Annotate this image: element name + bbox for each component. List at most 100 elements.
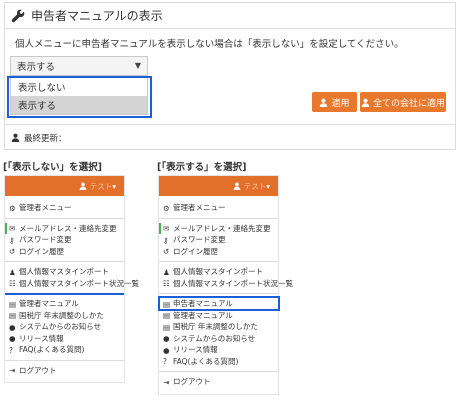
book-icon: ▤: [163, 311, 171, 321]
menu-item-faq[interactable]: ? FAQ(よくある質問): [5, 344, 124, 356]
list-icon: ☷: [9, 279, 16, 289]
gear-icon: ⚙: [163, 203, 170, 213]
user-icon: [233, 182, 241, 190]
apply-all-companies-button[interactable]: 全ての会社に適用: [360, 92, 446, 112]
info-icon: ●: [9, 322, 16, 332]
gear-icon: ⚙: [9, 203, 16, 213]
logout-icon: ⇥: [163, 377, 170, 387]
menu-item-login-history[interactable]: ↺ ログイン履歴: [159, 246, 278, 258]
user-icon: [79, 182, 87, 190]
user-menu-show: テスト ▾ ⚙ 管理者メニュー ✉ メールアドレス・連絡先変更 ⚷ パスワード変更 ↺…: [158, 175, 293, 395]
declarant-manual-highlight: [158, 296, 280, 311]
menu-item-release-info[interactable]: ● リリース情報: [5, 333, 124, 345]
menu-item-label: 個人情報マスタインポート状況一覧: [173, 278, 293, 288]
menu-item-login-history[interactable]: ↺ ログイン履歴: [5, 246, 124, 258]
display-select-value: 表示する: [17, 62, 56, 73]
panel-header: 申告者マニュアルの表示: [5, 3, 455, 29]
menu-item-import-status[interactable]: ☷ 個人情報マスタインポート状況一覧: [159, 278, 293, 290]
menu-item-label: パスワード変更: [19, 235, 72, 245]
menu-item-admin-menu[interactable]: ⚙ 管理者メニュー: [159, 202, 278, 214]
key-icon: ⚷: [9, 235, 15, 245]
caret-down-icon: ▼: [134, 61, 141, 70]
menu-item-nta-guide[interactable]: ▤ 国税庁 年末調整のしかた: [159, 321, 278, 333]
menu-item-faq[interactable]: ? FAQ(よくある質問): [159, 356, 278, 368]
menu-item-password-change[interactable]: ⚷ パスワード変更: [5, 234, 124, 246]
panel-description: 個人メニューに申告者マニュアルを表示しない場合は「表示しない」を設定してください…: [15, 39, 404, 50]
list-icon: ☷: [163, 279, 170, 289]
history-icon: ↺: [163, 247, 170, 257]
user-icon: [361, 98, 370, 107]
menu-item-nta-guide[interactable]: ▤ 国税庁 年末調整のしかた: [5, 310, 124, 322]
menu-item-admin-menu[interactable]: ⚙ 管理者メニュー: [5, 202, 124, 214]
menu-item-import-status[interactable]: ☷ 個人情報マスタインポート状況一覧: [5, 278, 139, 290]
menu-item-logout[interactable]: ⇥ ログアウト: [159, 376, 278, 388]
menu-item-label: 個人情報マスタインポート状況一覧: [19, 278, 139, 288]
menu-item-label: ログアウト: [19, 365, 57, 375]
comment-icon: ●: [163, 345, 170, 355]
caret-down-icon: ▾: [112, 181, 116, 191]
caption-hide: [「表示しない」を選択]: [3, 162, 102, 173]
menu-item-label: FAQ(よくある質問): [19, 345, 85, 355]
info-icon: ●: [163, 334, 170, 344]
menu-item-logout[interactable]: ⇥ ログアウト: [5, 365, 124, 377]
user-name: テスト: [243, 181, 267, 191]
apply-all-button-label: 全ての会社に適用: [372, 98, 445, 109]
book-icon: ▤: [163, 322, 171, 332]
menu-item-system-notice[interactable]: ● システムからのお知らせ: [5, 321, 124, 333]
menu-item-label: 国税庁 年末調整のしかた: [19, 310, 104, 320]
user-icon: [11, 133, 20, 142]
menu-item-master-import[interactable]: ♟ 個人情報マスタインポート: [159, 266, 278, 278]
apply-button[interactable]: 適用: [312, 92, 357, 112]
menu-item-email-change[interactable]: ✉ メールアドレス・連絡先変更: [159, 222, 278, 235]
envelope-icon: ✉: [163, 224, 170, 234]
menu-item-label: 管理者メニュー: [19, 203, 72, 213]
menu-item-password-change[interactable]: ⚷ パスワード変更: [159, 234, 278, 246]
menu-item-label: メールアドレス・連絡先変更: [173, 223, 271, 233]
dropdown-highlight-frame: [7, 76, 152, 118]
menu-item-label: 管理者マニュアル: [19, 299, 79, 309]
logout-icon: ⇥: [9, 366, 16, 376]
menu-item-label: ログイン履歴: [173, 246, 218, 256]
menu-item-label: システムからのお知らせ: [19, 322, 102, 332]
caption-show: [「表示する」を選択]: [157, 162, 247, 173]
question-icon: ?: [163, 357, 167, 367]
user-name: テスト: [89, 181, 113, 191]
apply-button-label: 適用: [331, 98, 350, 109]
user-menu-bar[interactable]: テスト ▾: [159, 176, 278, 196]
book-icon: ▤: [9, 299, 17, 309]
menu-item-label: ログアウト: [173, 377, 211, 387]
book-icon: ▤: [9, 311, 17, 321]
wrench-icon: [11, 9, 25, 22]
user-import-icon: ♟: [163, 267, 170, 277]
menu-item-label: 個人情報マスタインポート: [19, 267, 109, 277]
display-select[interactable]: 表示する ▼: [10, 56, 148, 76]
user-import-icon: ♟: [9, 267, 16, 277]
caret-down-icon: ▾: [266, 181, 270, 191]
last-updated-row: 最終更新：: [5, 124, 455, 150]
menu-item-label: リリース情報: [19, 333, 64, 343]
menu-item-label: リリース情報: [173, 345, 218, 355]
menu-item-system-notice[interactable]: ● システムからのお知らせ: [159, 333, 278, 345]
menu-item-label: ログイン履歴: [19, 246, 64, 256]
user-icon: [320, 98, 328, 107]
menu-item-label: パスワード変更: [173, 235, 226, 245]
menu-item-admin-manual[interactable]: ▤ 管理者マニュアル: [5, 298, 124, 310]
menu-item-label: 個人情報マスタインポート: [173, 267, 263, 277]
menu-item-label: メールアドレス・連絡先変更: [19, 223, 117, 233]
separator-highlight: [5, 293, 124, 295]
user-menu-bar[interactable]: テスト ▾: [5, 176, 124, 196]
user-menu-hide: テスト ▾ ⚙ 管理者メニュー ✉ メールアドレス・連絡先変更 ⚷ パスワード変更 ↺…: [4, 175, 139, 383]
menu-item-label: FAQ(よくある質問): [173, 356, 239, 366]
menu-item-admin-manual[interactable]: ▤ 管理者マニュアル: [159, 310, 278, 322]
menu-item-email-change[interactable]: ✉ メールアドレス・連絡先変更: [5, 222, 124, 235]
question-icon: ?: [9, 345, 13, 355]
envelope-icon: ✉: [9, 224, 16, 234]
menu-item-label: 管理者マニュアル: [173, 310, 233, 320]
panel-title: 申告者マニュアルの表示: [31, 9, 163, 23]
menu-item-label: 管理者メニュー: [173, 203, 226, 213]
menu-item-label: システムからのお知らせ: [173, 333, 256, 343]
menu-item-release-info[interactable]: ● リリース情報: [159, 344, 278, 356]
menu-item-master-import[interactable]: ♟ 個人情報マスタインポート: [5, 266, 124, 278]
history-icon: ↺: [9, 247, 16, 257]
key-icon: ⚷: [163, 235, 169, 245]
